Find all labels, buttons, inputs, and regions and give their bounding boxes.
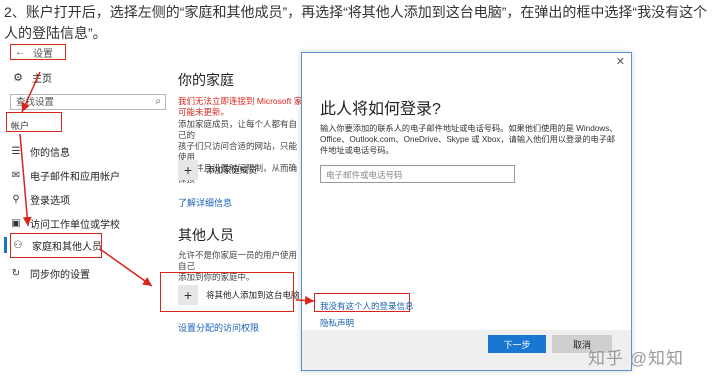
family-highlight-box — [10, 233, 102, 258]
plus-icon: + — [178, 160, 198, 180]
gear-icon: ⚙ — [13, 72, 23, 84]
briefcase-icon: ▣ — [11, 217, 21, 229]
other-description-line: 允许不是你家庭一员的用户使用自己 — [178, 250, 298, 271]
privacy-statement-link[interactable]: 隐私声明 — [320, 317, 354, 329]
add-family-label: 添加家庭成员 — [206, 165, 258, 175]
add-user-dialog: ✕ 此人将如何登录? 输入你要添加的联系人的电子邮件地址或电话号码。如果他们使用… — [301, 52, 632, 371]
home-label: 主页 — [32, 74, 52, 85]
person-card-icon: ☰ — [11, 145, 21, 157]
close-icon[interactable]: ✕ — [616, 55, 625, 68]
sidebar-item-sync[interactable]: ↻ 同步你的设置 — [10, 266, 90, 281]
assigned-access-link[interactable]: 设置分配的访问权限 — [178, 321, 259, 334]
sidebar-item-email-accounts[interactable]: ✉ 电子邮件和应用帐户 — [10, 168, 120, 183]
no-sign-in-info-link[interactable]: 我没有这个人的登录信息 — [320, 300, 414, 312]
search-icon: ⌕ — [155, 96, 161, 107]
sidebar-item-sign-in-options[interactable]: ⚲ 登录选项 — [10, 192, 70, 207]
settings-title-bar: ← 设置 — [10, 44, 66, 60]
dialog-description: 输入你要添加的联系人的电子邮件地址或电话号码。如果他们使用的是 Windows、… — [320, 124, 618, 155]
email-or-phone-input[interactable]: 电子邮件或电话号码 — [320, 165, 515, 183]
family-description-line: 添加家庭成员，让每个人都有自己的 — [178, 119, 298, 140]
sidebar-item-label: 登录选项 — [30, 195, 70, 207]
key-icon: ⚲ — [12, 193, 20, 205]
family-warning-line2: 可能未更新。 — [178, 107, 230, 117]
input-placeholder: 电子邮件或电话号码 — [326, 170, 403, 180]
add-other-highlight-box — [160, 272, 294, 312]
accounts-category-label: 帐户 — [6, 112, 62, 132]
home-nav-item[interactable]: ⚙ 主页 — [12, 70, 52, 85]
dialog-title: 此人将如何登录? — [320, 101, 441, 118]
watermark: 知乎 @知知 — [588, 349, 684, 368]
other-people-heading: 其他人员 — [178, 227, 234, 243]
settings-title: 设置 — [33, 48, 53, 60]
sidebar-item-work-school[interactable]: ▣ 访问工作单位或学校 — [10, 216, 120, 231]
sidebar-item-your-info[interactable]: ☰ 你的信息 — [10, 144, 70, 159]
next-button[interactable]: 下一步 — [488, 335, 546, 353]
family-warning: 我们无法立即连接到 Microsoft 家庭 可能未更新。 — [178, 96, 302, 118]
sync-icon: ↻ — [11, 267, 21, 279]
instruction-text: 2、账户打开后，选择左侧的“家庭和其他成员”，再选择“将其他人添加到这台电脑”，… — [4, 4, 708, 41]
sidebar-item-label: 访问工作单位或学校 — [30, 219, 120, 231]
back-arrow-icon[interactable]: ← — [15, 47, 25, 58]
sidebar-item-label: 同步你的设置 — [30, 269, 90, 281]
search-settings-input[interactable]: 查找设置 ⌕ — [10, 94, 166, 110]
family-heading: 你的家庭 — [178, 72, 234, 88]
selection-indicator — [4, 237, 7, 253]
add-family-member-button[interactable]: + 添加家庭成员 — [178, 160, 257, 180]
mail-icon: ✉ — [11, 169, 21, 181]
family-warning-line1: 我们无法立即连接到 Microsoft 家庭 — [178, 96, 302, 106]
sidebar-item-label: 你的信息 — [30, 147, 70, 159]
sidebar-item-label: 电子邮件和应用帐户 — [30, 171, 120, 183]
search-placeholder: 查找设置 — [16, 97, 55, 108]
learn-more-link[interactable]: 了解详细信息 — [178, 196, 232, 209]
